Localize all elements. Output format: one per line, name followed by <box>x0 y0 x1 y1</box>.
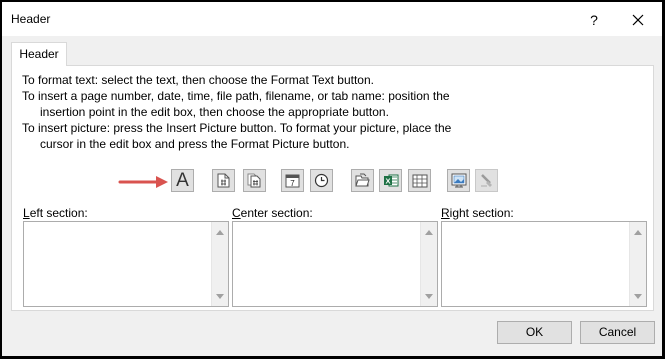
left-section-label-text: eft section: <box>29 206 88 220</box>
insert-number-of-pages-button[interactable] <box>243 169 266 192</box>
scroll-up-icon[interactable] <box>216 228 224 236</box>
right-section-editbox[interactable] <box>441 221 647 307</box>
format-picture-icon <box>481 174 492 187</box>
right-section-accelerator: R <box>441 206 450 220</box>
close-icon <box>632 14 644 26</box>
right-section-label-text: ight section: <box>449 206 514 220</box>
cancel-button[interactable]: Cancel <box>580 321 655 344</box>
insert-time-button[interactable] <box>310 169 333 192</box>
scroll-up-icon[interactable] <box>634 228 642 236</box>
insert-sheet-name-button[interactable] <box>408 169 431 192</box>
insert-date-button[interactable]: 7 <box>281 169 304 192</box>
page-number-icon <box>217 173 230 188</box>
insert-picture-button[interactable] <box>447 169 470 192</box>
tab-header[interactable]: Header <box>11 42 67 66</box>
left-section-label: Left section: <box>23 206 88 220</box>
excel-file-icon: X <box>383 174 398 187</box>
header-dialog: Header ? Header To format text: select t… <box>2 2 662 356</box>
picture-icon <box>451 173 466 188</box>
right-section-label: Right section: <box>441 206 514 220</box>
insert-file-path-button[interactable] <box>351 169 374 192</box>
header-panel: To format text: select the text, then ch… <box>11 65 654 311</box>
instruction-line-4: To insert picture: press the Insert Pict… <box>22 121 452 135</box>
toolbar: A 7 X <box>12 169 655 193</box>
number-of-pages-icon <box>247 173 261 188</box>
center-section-scrollbar[interactable] <box>420 222 437 306</box>
format-text-icon: A <box>176 169 189 191</box>
scroll-down-icon[interactable] <box>425 292 433 300</box>
window-title: Header <box>11 12 51 26</box>
center-section-accelerator: C <box>232 206 241 220</box>
close-button[interactable] <box>622 7 654 33</box>
instruction-line-3: insertion point in the edit box, then ch… <box>40 105 389 119</box>
instruction-line-1: To format text: select the text, then ch… <box>22 73 374 87</box>
folder-icon <box>355 173 370 187</box>
left-section-editbox[interactable] <box>23 221 229 307</box>
insert-file-name-button[interactable]: X <box>379 169 402 192</box>
left-section-scrollbar[interactable] <box>211 222 228 306</box>
sheet-icon <box>412 174 427 187</box>
scroll-up-icon[interactable] <box>425 228 433 236</box>
ok-button[interactable]: OK <box>497 321 572 344</box>
center-section-editbox[interactable] <box>232 221 438 307</box>
scroll-down-icon[interactable] <box>216 292 224 300</box>
instruction-line-2: To insert a page number, date, time, fil… <box>22 89 450 103</box>
scroll-down-icon[interactable] <box>634 292 642 300</box>
clock-icon <box>314 173 329 188</box>
insert-page-number-button[interactable] <box>212 169 235 192</box>
center-section-label-text: enter section: <box>240 206 313 220</box>
calendar-icon: 7 <box>285 174 300 188</box>
left-section-accelerator: L <box>23 206 30 220</box>
center-section-label: Center section: <box>232 206 313 220</box>
right-section-scrollbar[interactable] <box>629 222 646 306</box>
svg-text:X: X <box>385 177 390 186</box>
title-bar: Header ? <box>2 2 662 36</box>
format-picture-button[interactable] <box>475 169 498 192</box>
help-button[interactable]: ? <box>578 7 610 33</box>
format-text-button[interactable]: A <box>171 169 194 192</box>
instruction-line-5: cursor in the edit box and press the For… <box>40 137 350 151</box>
svg-text:7: 7 <box>290 179 295 188</box>
